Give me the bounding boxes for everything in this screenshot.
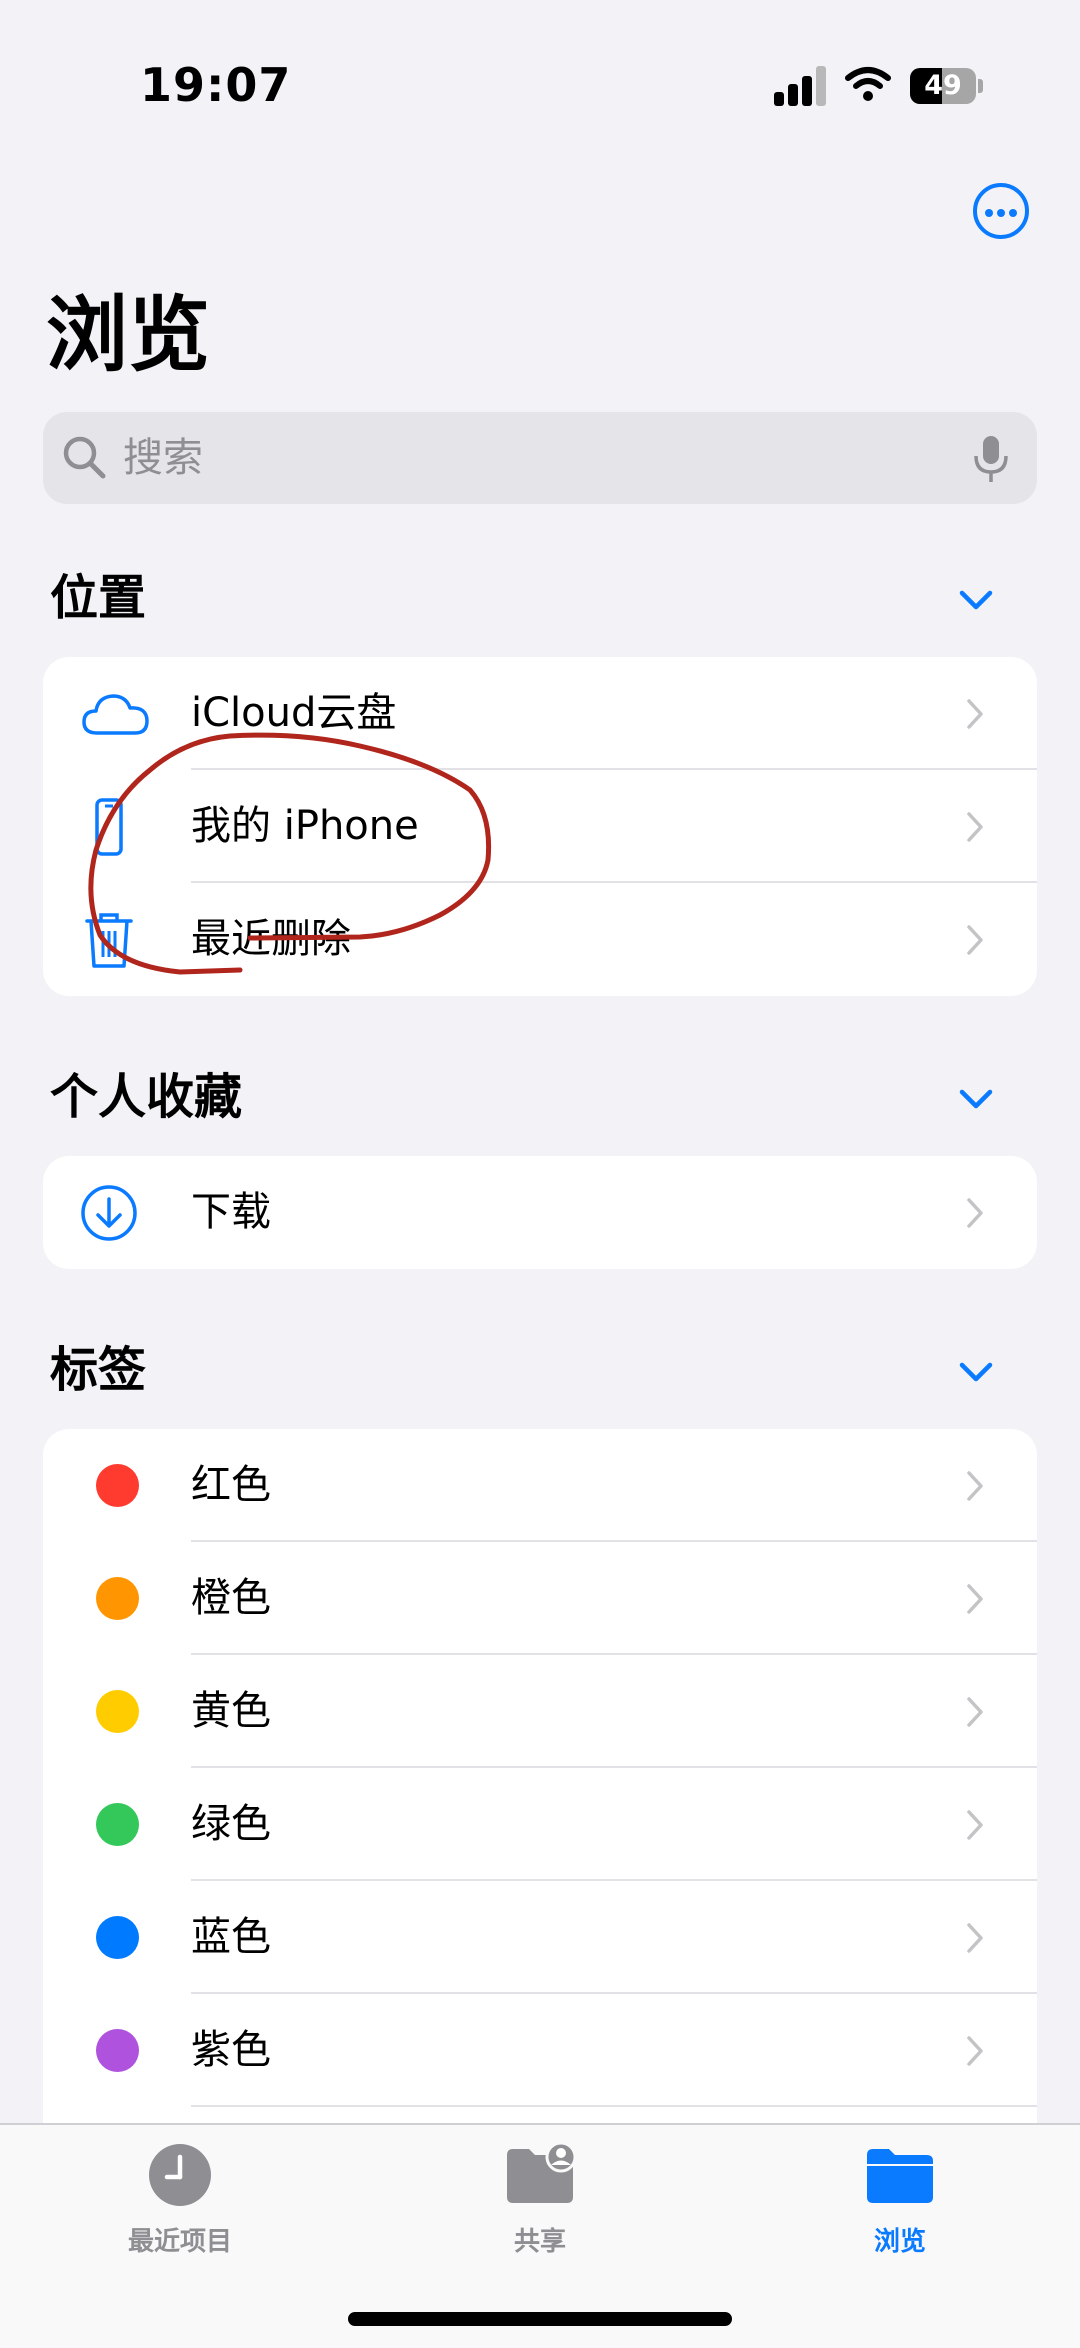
row-label: 紫色: [191, 2027, 271, 2073]
search-input[interactable]: [123, 412, 983, 504]
favorite-item-downloads[interactable]: 下载: [43, 1156, 1037, 1269]
chevron-right-icon: [967, 812, 983, 842]
tab-recents[interactable]: 最近项目: [60, 2125, 300, 2265]
tag-color-dot: [96, 1464, 139, 1507]
row-label: 橙色: [191, 1575, 271, 1621]
tag-item-orange[interactable]: 橙色: [43, 1542, 1037, 1655]
battery-icon: 49: [910, 68, 983, 104]
search-icon: [63, 436, 106, 479]
tag-item-green[interactable]: 绿色: [43, 1768, 1037, 1881]
chevron-down-icon[interactable]: [956, 1353, 996, 1389]
row-label: 下载: [191, 1189, 271, 1235]
chevron-down-icon[interactable]: [956, 1080, 996, 1116]
row-label: 蓝色: [191, 1914, 271, 1960]
status-bar: 19:07 49: [0, 0, 1080, 130]
battery-percent: 49: [924, 70, 962, 101]
folder-icon: [867, 2149, 933, 2203]
tab-label: 浏览: [873, 2227, 926, 2257]
chevron-right-icon: [967, 2036, 983, 2066]
row-label: 绿色: [191, 1801, 271, 1847]
tag-item-blue[interactable]: 蓝色: [43, 1881, 1037, 1994]
wifi-icon: [845, 67, 891, 101]
tab-label: 最近项目: [127, 2227, 232, 2257]
tag-item-purple[interactable]: 紫色: [43, 1994, 1037, 2107]
tag-color-dot: [96, 1916, 139, 1959]
cellular-signal-icon: [774, 66, 828, 106]
tags-list: 红色 橙色 黄色 绿色 蓝色 紫色: [43, 1429, 1037, 2149]
microphone-icon[interactable]: [971, 434, 1011, 484]
chevron-right-icon: [967, 1697, 983, 1727]
row-label: 最近删除: [191, 916, 351, 962]
chevron-right-icon: [967, 1923, 983, 1953]
row-label: 红色: [191, 1462, 271, 1508]
icloud-icon: [82, 694, 149, 735]
section-title: 位置: [50, 570, 147, 626]
row-label: 黄色: [191, 1688, 271, 1734]
location-item-icloud[interactable]: iCloud云盘: [43, 657, 1037, 770]
tag-item-yellow[interactable]: 黄色: [43, 1655, 1037, 1768]
tab-shared[interactable]: 共享: [420, 2125, 660, 2265]
tag-color-dot: [96, 1803, 139, 1846]
chevron-right-icon: [967, 1810, 983, 1840]
tab-label: 共享: [513, 2227, 566, 2257]
clock-icon: [149, 2144, 211, 2206]
ellipsis-circle-icon[interactable]: [973, 183, 1029, 239]
chevron-right-icon: [967, 699, 983, 729]
location-item-recently-deleted[interactable]: 最近删除: [43, 883, 1037, 996]
location-item-my-iphone[interactable]: 我的 iPhone: [43, 770, 1037, 883]
chevron-right-icon: [967, 925, 983, 955]
chevron-right-icon: [967, 1584, 983, 1614]
chevron-right-icon: [967, 1198, 983, 1228]
home-indicator: [348, 2312, 732, 2326]
trash-icon: [85, 913, 133, 968]
tab-browse[interactable]: 浏览: [780, 2125, 1020, 2265]
chevron-right-icon: [967, 1471, 983, 1501]
section-header-favorites[interactable]: 个人收藏: [50, 1062, 1040, 1132]
tag-color-dot: [96, 2029, 139, 2072]
shared-folder-icon: [507, 2143, 575, 2203]
search-bar[interactable]: [43, 412, 1037, 504]
iphone-icon: [95, 798, 123, 856]
favorites-list: 下载: [43, 1156, 1037, 1269]
tag-color-dot: [96, 1577, 139, 1620]
locations-list: iCloud云盘 我的 iPhone 最近删除: [43, 657, 1037, 996]
section-header-locations[interactable]: 位置: [50, 563, 1040, 633]
section-title: 标签: [50, 1342, 147, 1398]
section-header-tags[interactable]: 标签: [50, 1335, 1040, 1405]
row-label: iCloud云盘: [191, 690, 397, 736]
page-title: 浏览: [46, 288, 211, 383]
tag-item-red[interactable]: 红色: [43, 1429, 1037, 1542]
chevron-down-icon[interactable]: [956, 581, 996, 617]
section-title: 个人收藏: [50, 1069, 243, 1125]
tag-color-dot: [96, 1690, 139, 1733]
row-label: 我的 iPhone: [191, 803, 419, 849]
download-circle-icon: [81, 1185, 137, 1241]
status-time: 19:07: [140, 58, 292, 112]
